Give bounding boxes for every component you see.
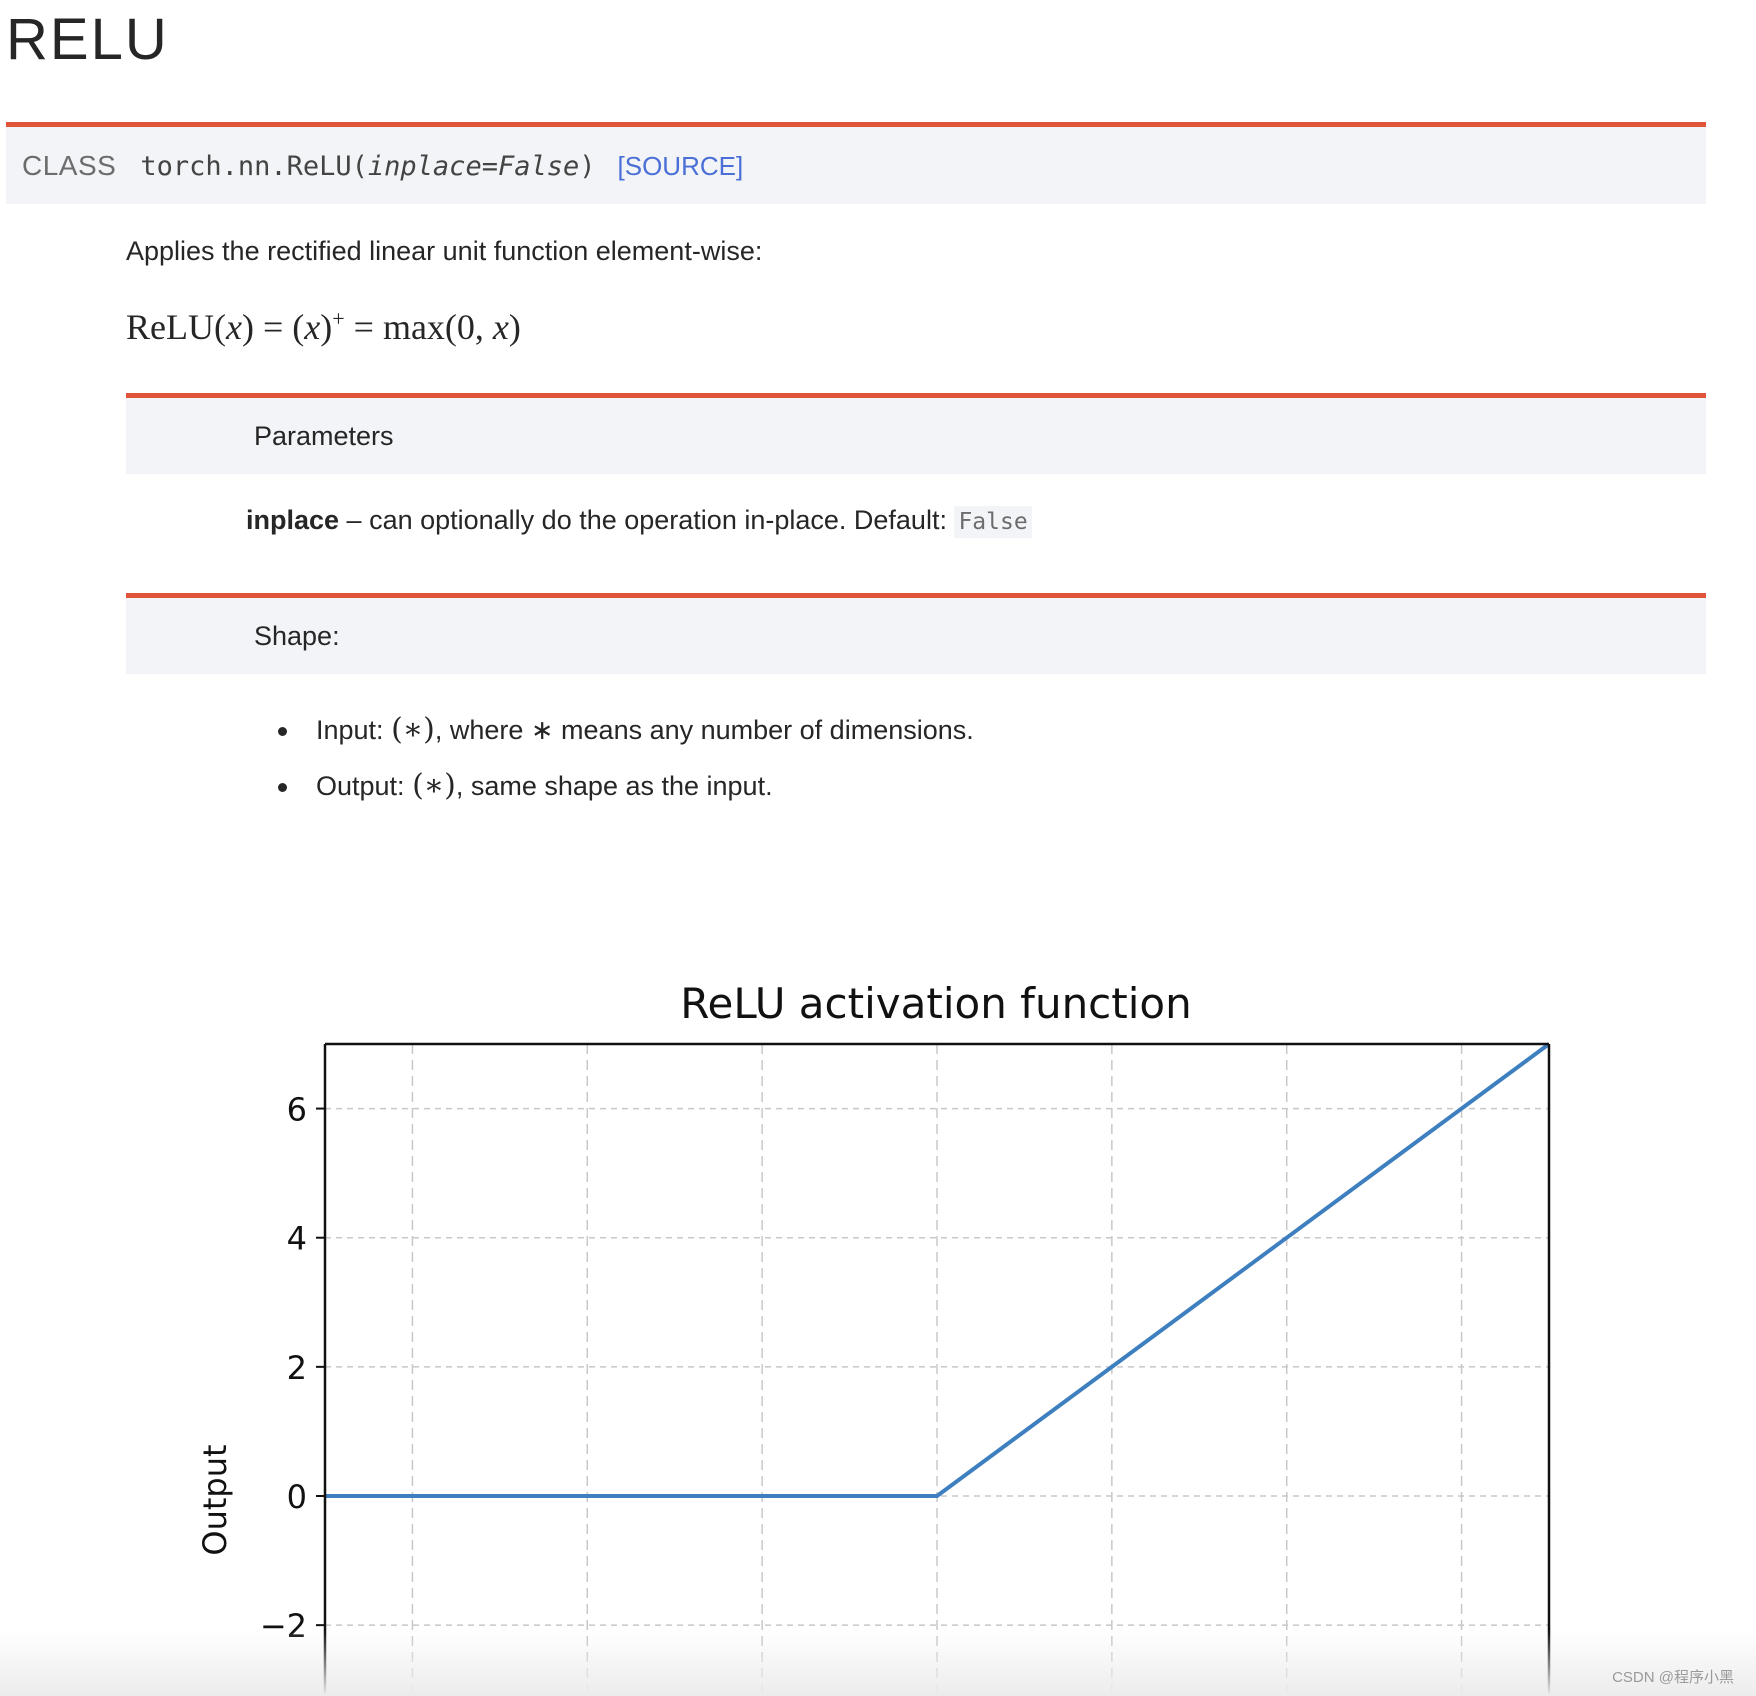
chart-title: ReLU activation function — [680, 979, 1191, 1028]
y-tick-label: −2 — [260, 1607, 307, 1645]
watermark: CSDN @程序小黑 — [1612, 1669, 1734, 1686]
y-tick-label: 4 — [287, 1220, 307, 1258]
y-tick-label: 0 — [287, 1478, 307, 1516]
y-tick-label: 2 — [287, 1349, 307, 1387]
relu-chart: ReLU activation function Output −2 0 2 4 6 — [196, 979, 1551, 1694]
y-axis-label: Output — [196, 1444, 234, 1555]
grid — [325, 1044, 1549, 1694]
y-tick-label: 6 — [287, 1091, 307, 1129]
y-ticks: −2 0 2 4 6 — [260, 1091, 325, 1645]
